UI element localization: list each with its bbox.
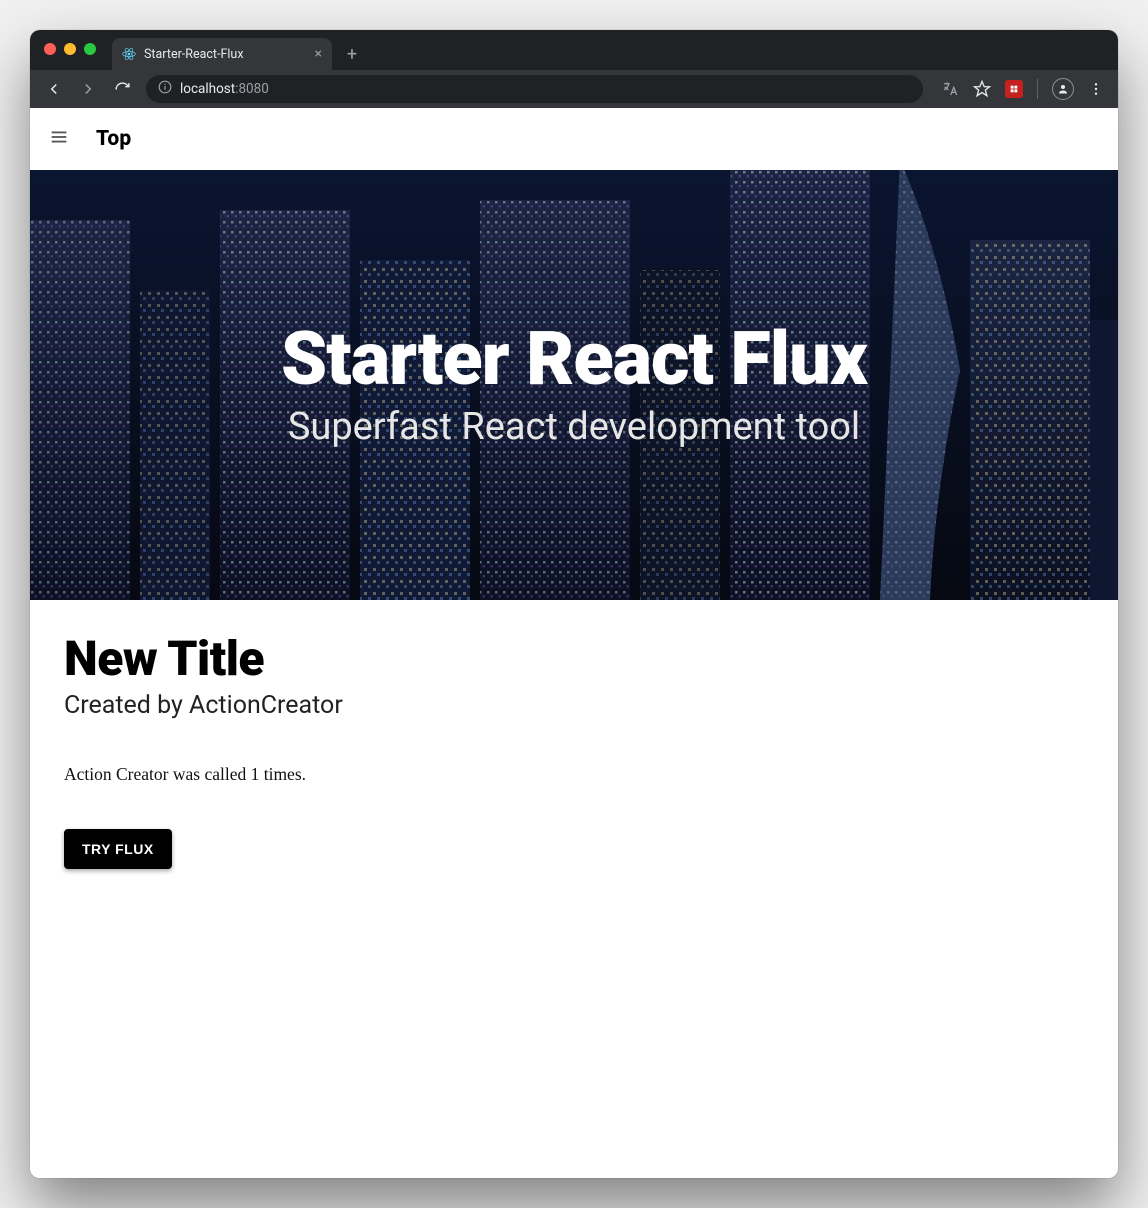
minimize-window-button[interactable]: [64, 43, 76, 55]
forward-button[interactable]: [74, 75, 102, 103]
url-host: localhost: [180, 81, 235, 97]
appbar-title: Top: [96, 127, 131, 151]
hero-title: Starter React Flux: [281, 321, 867, 399]
tab-title: Starter-React-Flux: [144, 47, 244, 62]
app-bar: Top: [30, 108, 1118, 170]
toolbar-right-icons: [941, 78, 1104, 100]
browser-tabbar: Starter-React-Flux × +: [30, 30, 1118, 70]
new-tab-button[interactable]: +: [338, 40, 366, 68]
browser-tab[interactable]: Starter-React-Flux ×: [112, 38, 332, 70]
content-subtitle: Created by ActionCreator: [64, 691, 1084, 720]
status-text: Action Creator was called 1 times.: [64, 764, 1084, 785]
address-bar[interactable]: localhost:8080: [146, 75, 923, 103]
try-flux-button[interactable]: TRY FLUX: [64, 829, 172, 869]
page-viewport[interactable]: Top: [30, 108, 1118, 1178]
close-tab-icon[interactable]: ×: [315, 47, 322, 61]
window-traffic-lights: [44, 43, 96, 55]
profile-avatar-icon[interactable]: [1052, 78, 1074, 100]
browser-window: Starter-React-Flux × + localhost:8080: [30, 30, 1118, 1178]
bookmark-star-icon[interactable]: [973, 80, 991, 98]
reload-button[interactable]: [108, 75, 136, 103]
translate-icon[interactable]: [941, 80, 959, 98]
hamburger-menu-icon[interactable]: [48, 126, 70, 152]
hero-subtitle: Superfast React development tool: [288, 405, 860, 449]
close-window-button[interactable]: [44, 43, 56, 55]
toolbar-divider: [1037, 79, 1038, 99]
hero-section: Starter React Flux Superfast React devel…: [30, 170, 1118, 600]
browser-toolbar: localhost:8080: [30, 70, 1118, 108]
main-content: New Title Created by ActionCreator Actio…: [30, 600, 1118, 899]
react-icon: [122, 47, 136, 61]
content-title: New Title: [64, 630, 1084, 687]
zoom-window-button[interactable]: [84, 43, 96, 55]
back-button[interactable]: [40, 75, 68, 103]
extension-icon[interactable]: [1005, 80, 1023, 98]
kebab-menu-icon[interactable]: [1088, 81, 1104, 97]
url-port: :8080: [235, 81, 269, 97]
site-info-icon[interactable]: [158, 80, 172, 98]
